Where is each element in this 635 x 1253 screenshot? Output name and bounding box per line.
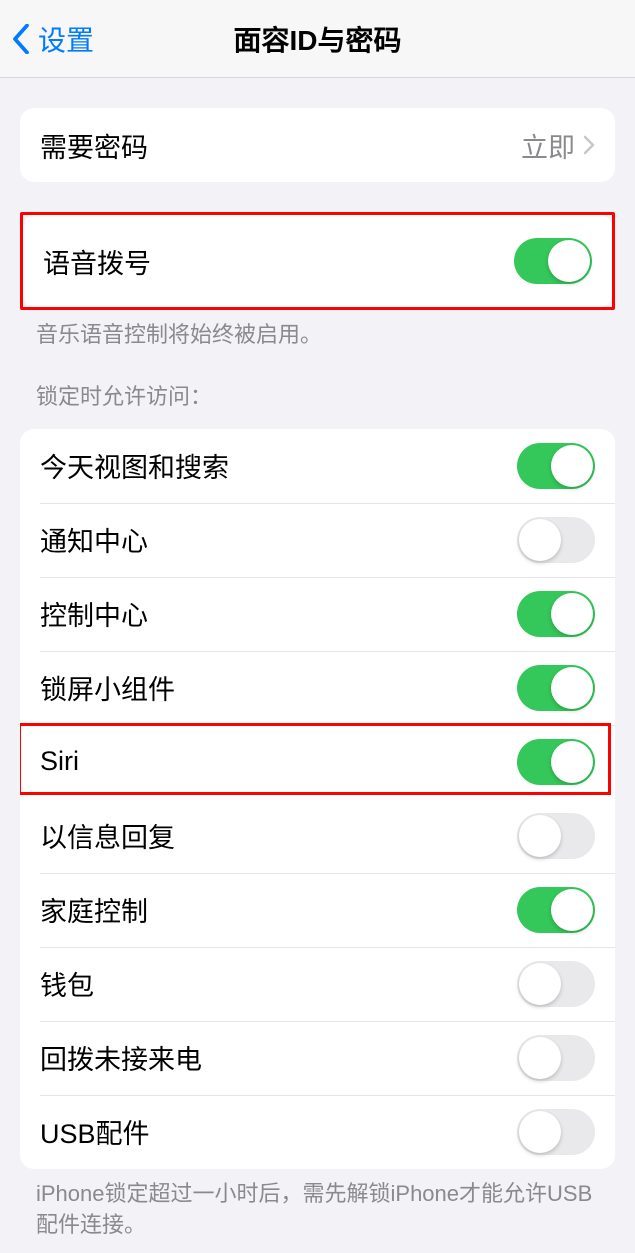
voice-dial-footer: 音乐语音控制将始终被启用。 [0,310,635,351]
chevron-left-icon [12,24,30,54]
lock-access-toggle[interactable] [517,1035,595,1081]
toggle-knob [519,815,561,857]
voice-dial-toggle[interactable] [514,238,592,284]
toggle-knob [519,1111,561,1153]
require-passcode-group: 需要密码 立即 [20,108,615,182]
toggle-knob [551,889,593,931]
lock-access-row: 通知中心 [20,503,615,577]
lock-access-toggle[interactable] [517,1109,595,1155]
lock-access-row: Siri [20,725,615,799]
lock-access-row: USB配件 [20,1095,615,1169]
lock-access-label: 控制中心 [40,594,148,633]
voice-dial-row: 语音拨号 [23,215,612,307]
lock-access-label: 以信息回复 [40,816,175,855]
back-button[interactable]: 设置 [0,19,94,59]
lock-access-toggle[interactable] [517,813,595,859]
toggle-knob [519,1037,561,1079]
lock-access-label: 锁屏小组件 [40,668,175,707]
voice-dial-label: 语音拨号 [43,242,151,281]
chevron-right-icon [583,135,595,155]
toggle-knob [551,445,593,487]
toggle-knob [548,240,590,282]
lock-access-label: 回拨未接来电 [40,1038,202,1077]
lock-access-toggle[interactable] [517,517,595,563]
voice-dial-group: 语音拨号 [23,215,612,307]
require-passcode-value: 立即 [521,126,575,165]
require-passcode-row[interactable]: 需要密码 立即 [20,108,615,182]
lock-access-row: 控制中心 [20,577,615,651]
lock-access-row: 以信息回复 [20,799,615,873]
lock-access-toggle[interactable] [517,887,595,933]
lock-access-row: 回拨未接来电 [20,1021,615,1095]
voice-dial-highlight: 语音拨号 [20,212,615,310]
lock-access-row: 今天视图和搜索 [20,429,615,503]
lock-access-row: 锁屏小组件 [20,651,615,725]
toggle-knob [519,519,561,561]
page-title: 面容ID与密码 [0,19,635,59]
lock-access-label: Siri [40,746,79,777]
lock-access-toggle[interactable] [517,665,595,711]
lock-access-label: 通知中心 [40,520,148,559]
toggle-knob [551,667,593,709]
lock-access-footer: iPhone锁定超过一小时后，需先解锁iPhone才能允许USB配件连接。 [0,1169,635,1241]
require-passcode-label: 需要密码 [40,126,148,165]
lock-access-label: 家庭控制 [40,890,148,929]
lock-access-group: 今天视图和搜索通知中心控制中心锁屏小组件 Siri 以信息回复家庭控制钱包回拨未接来… [20,429,615,1169]
lock-access-header: 锁定时允许访问： [0,351,635,411]
lock-access-label: 钱包 [40,964,94,1003]
lock-access-toggle[interactable] [517,961,595,1007]
lock-access-row: 家庭控制 [20,873,615,947]
toggle-knob [519,963,561,1005]
back-label: 设置 [38,19,94,59]
lock-access-label: 今天视图和搜索 [40,446,229,485]
lock-access-toggle[interactable] [517,739,595,785]
toggle-knob [551,741,593,783]
toggle-knob [551,593,593,635]
nav-bar: 设置 面容ID与密码 [0,0,635,78]
lock-access-label: USB配件 [40,1112,150,1151]
lock-access-toggle[interactable] [517,591,595,637]
lock-access-toggle[interactable] [517,443,595,489]
lock-access-row: 钱包 [20,947,615,1021]
